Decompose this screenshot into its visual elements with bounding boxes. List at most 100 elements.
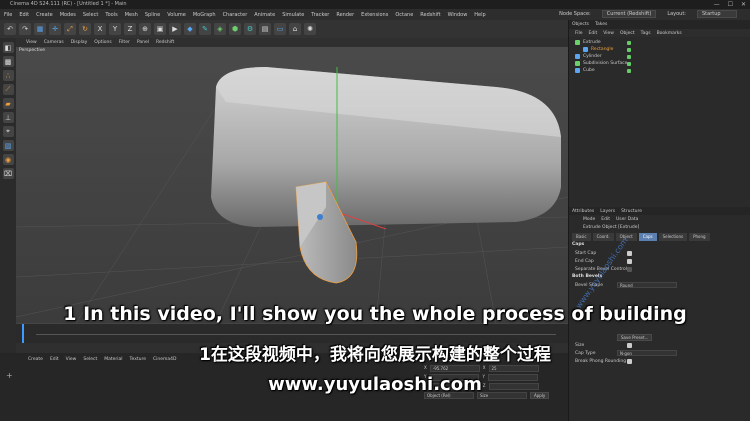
points-mode-icon[interactable]: ∴ (2, 70, 14, 81)
layout-select[interactable]: Startup (697, 10, 737, 18)
menu-item-tracker[interactable]: Tracker (311, 12, 329, 18)
texture-mode-icon[interactable]: ▩ (2, 56, 14, 67)
menu-item-help[interactable]: Help (474, 12, 485, 18)
prop-checkbox[interactable] (627, 266, 632, 272)
attr-tab-attributes[interactable]: Attributes (572, 209, 594, 214)
x-position-field[interactable]: -95.762 (429, 365, 480, 372)
visibility-check-icon[interactable] (627, 40, 631, 45)
menu-item-extensions[interactable]: Extensions (361, 12, 388, 18)
viewport-menu-filter[interactable]: Filter (119, 40, 130, 45)
floor-icon[interactable]: ▭ (274, 23, 286, 35)
menu-item-create[interactable]: Create (36, 12, 53, 18)
minimize-icon[interactable]: — (714, 0, 720, 9)
viewport-menu-display[interactable]: Display (71, 40, 88, 45)
object-row[interactable]: Cube (569, 67, 750, 74)
visibility-check-icon[interactable] (627, 47, 631, 52)
polygons-mode-icon[interactable]: ▰ (2, 98, 14, 109)
prop-checkbox[interactable] (627, 250, 632, 256)
object-menu-tags[interactable]: Tags (641, 31, 651, 36)
visibility-check-icon[interactable] (627, 54, 631, 59)
viewport-menu-redshift[interactable]: Redshift (156, 40, 174, 45)
cloner-icon[interactable]: ⬢ (229, 23, 241, 35)
subdivision-icon[interactable]: ◈ (214, 23, 226, 35)
subtab-phong[interactable]: Phong (689, 233, 710, 241)
cube-icon[interactable]: ◆ (184, 23, 196, 35)
render-icon[interactable]: ▶ (169, 23, 181, 35)
maximize-icon[interactable]: ☐ (728, 0, 733, 9)
menu-item-octane[interactable]: Octane (395, 12, 413, 18)
attr-tab-structure[interactable]: Structure (621, 209, 642, 214)
subtab-caps[interactable]: Caps (638, 233, 657, 241)
viewport-menu-panel[interactable]: Panel (137, 40, 149, 45)
coord-system-icon[interactable]: ⊕ (139, 23, 151, 35)
redo-icon[interactable]: ↷ (19, 23, 31, 35)
object-menu-file[interactable]: File (575, 31, 583, 36)
model-mode-icon[interactable]: ◧ (2, 42, 14, 53)
scale-icon[interactable]: ⤢ (64, 23, 76, 35)
menu-item-render[interactable]: Render (336, 12, 354, 18)
visibility-check-icon[interactable] (627, 68, 631, 73)
y-axis-icon[interactable]: Y (109, 23, 121, 35)
visibility-check-icon[interactable] (627, 61, 631, 66)
render-view-icon[interactable]: ▣ (154, 23, 166, 35)
pen-icon[interactable]: ✎ (199, 23, 211, 35)
viewport-menu-options[interactable]: Options (94, 40, 111, 45)
tab-objects[interactable]: Objects (572, 22, 589, 27)
attr-tab-layers[interactable]: Layers (600, 209, 615, 214)
close-icon[interactable]: ✕ (741, 0, 746, 9)
object-row[interactable]: Subdivision Surface (569, 60, 750, 67)
attr-menu-edit[interactable]: Edit (601, 217, 610, 222)
camera-icon[interactable]: ⌂ (289, 23, 301, 35)
menu-item-modes[interactable]: Modes (60, 12, 76, 18)
x-size-field[interactable]: 25 (488, 365, 539, 372)
menu-item-select[interactable]: Select (83, 12, 98, 18)
x-axis-icon[interactable]: X (94, 23, 106, 35)
attr-menu-mode[interactable]: Mode (583, 217, 595, 222)
menu-item-volume[interactable]: Volume (167, 12, 186, 18)
subtab-coord[interactable]: Coord. (592, 233, 614, 241)
menu-item-animate[interactable]: Animate (254, 12, 275, 18)
menu-item-mograph[interactable]: MoGraph (193, 12, 216, 18)
rotate-icon[interactable]: ↻ (79, 23, 91, 35)
object-menu-object[interactable]: Object (620, 31, 635, 36)
snap-icon[interactable]: ⌖ (2, 126, 14, 137)
object-axis-handle[interactable] (317, 214, 323, 220)
edges-mode-icon[interactable]: ⟋ (2, 84, 14, 95)
lock-icon[interactable]: ⌧ (2, 168, 14, 179)
menu-item-window[interactable]: Window (448, 12, 468, 18)
viewport-menu-view[interactable]: View (26, 40, 37, 45)
node-space-select[interactable]: Current (Redshift) (601, 10, 657, 18)
menu-item-redshift[interactable]: Redshift (420, 12, 440, 18)
select-icon[interactable]: ▦ (34, 23, 46, 35)
object-menu-bookmarks[interactable]: Bookmarks (657, 31, 682, 36)
tab-takes[interactable]: Takes (595, 22, 607, 27)
object-row[interactable]: Extrude (569, 39, 750, 46)
object-row[interactable]: Cylinder (569, 53, 750, 60)
move-icon[interactable]: ✛ (49, 23, 61, 35)
viewport[interactable]: Perspective (16, 47, 568, 323)
workplane-icon[interactable]: ▧ (2, 140, 14, 151)
menu-item-tools[interactable]: Tools (105, 12, 117, 18)
effector-icon[interactable]: ⚙ (244, 23, 256, 35)
menu-item-spline[interactable]: Spline (145, 12, 160, 18)
z-axis-icon[interactable]: Z (124, 23, 136, 35)
bevel-shape-dropdown[interactable]: Round (617, 282, 677, 288)
subtab-selections[interactable]: Selections (658, 233, 688, 241)
menu-item-mesh[interactable]: Mesh (125, 12, 138, 18)
menu-item-file[interactable]: File (4, 12, 12, 18)
menu-item-character[interactable]: Character (223, 12, 248, 18)
object-row[interactable]: Rectangle (569, 46, 750, 53)
object-menu-view[interactable]: View (603, 31, 614, 36)
object-menu-edit[interactable]: Edit (589, 31, 598, 36)
light-icon[interactable]: ✺ (304, 23, 316, 35)
axis-mode-icon[interactable]: ⊥ (2, 112, 14, 123)
viewport-menu-cameras[interactable]: Cameras (44, 40, 64, 45)
undo-icon[interactable]: ↶ (4, 23, 16, 35)
prop-checkbox[interactable] (627, 258, 632, 264)
attr-menu-user-data[interactable]: User Data (616, 217, 638, 222)
menu-item-edit[interactable]: Edit (19, 12, 29, 18)
solo-icon[interactable]: ◉ (2, 154, 14, 165)
deformer-icon[interactable]: ▤ (259, 23, 271, 35)
subtab-basic[interactable]: Basic (572, 233, 591, 241)
menu-item-simulate[interactable]: Simulate (282, 12, 304, 18)
